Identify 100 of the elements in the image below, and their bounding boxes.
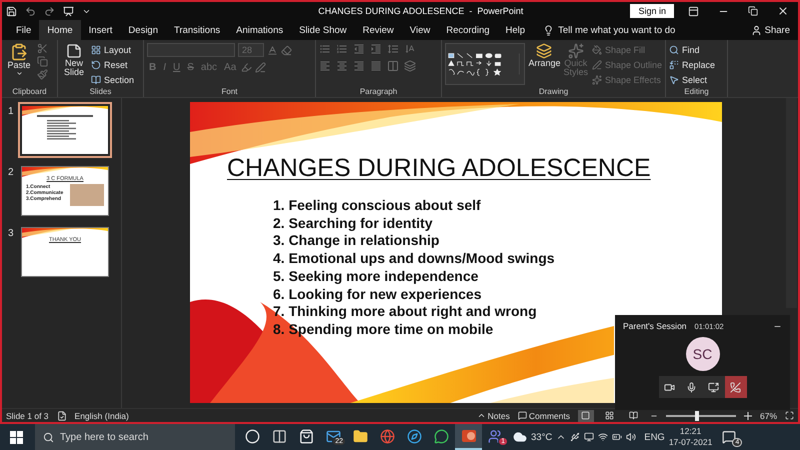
shopping-bag-icon[interactable] [299,428,314,444]
fit-slide-icon[interactable] [785,411,794,420]
notes-button[interactable]: Notes [476,410,510,420]
font-color-icon[interactable] [255,62,266,73]
smartart-icon[interactable] [404,60,416,72]
justify-icon[interactable] [370,60,382,72]
group-label: Editing [683,87,710,96]
sparkle-icon [568,43,584,59]
presentation-icon[interactable] [63,6,74,16]
volume-icon[interactable] [626,432,636,442]
clear-format-icon[interactable] [281,44,292,56]
align-right-icon[interactable] [353,60,365,72]
undo-icon[interactable] [25,6,36,16]
book-icon [629,411,638,420]
ribbon-tab[interactable]: Review [354,20,402,40]
share-screen-icon [708,382,719,392]
list-item: 6. Looking for new experiences [273,286,482,304]
presentation-app-icon[interactable] [460,428,476,444]
new-slide-button[interactable]: New Slide [61,43,87,78]
restore-icon[interactable] [748,6,758,16]
weather-temperature[interactable]: 33°C [531,432,552,442]
people-icon[interactable] [488,428,503,444]
spelling-check-icon[interactable] [56,410,67,420]
usb-icon[interactable] [570,432,580,442]
taskbar-search-field[interactable]: Type here to search [35,424,235,450]
list-item: 1. Feeling conscious about self [273,197,481,215]
ribbon-tab[interactable]: Design [120,20,166,40]
folder-icon[interactable] [353,428,368,444]
ribbon-tab[interactable]: Insert [80,20,120,40]
group-label: Drawing [538,87,570,96]
battery-icon[interactable] [612,432,622,442]
zoom-slider-thumb[interactable] [695,410,700,420]
avatar: SC [686,337,720,371]
ribbon-command[interactable]: Layout [91,43,134,56]
ribbon-tab[interactable]: View [402,20,438,40]
ribbon-command[interactable]: Replace [669,58,716,71]
ribbon-tab[interactable]: Animations [228,20,292,40]
vertical-scrollbar[interactable] [786,98,797,308]
line-spacing-icon[interactable] [387,43,399,55]
copy-icon[interactable] [37,56,48,67]
windows-start-icon[interactable] [10,430,23,444]
slide-counter: Slide 1 of 3 [6,410,49,420]
chat-bubble-icon[interactable] [434,428,449,444]
ribbon-display-icon[interactable] [688,6,698,16]
group-label: Clipboard [11,87,48,96]
comments-button[interactable]: Comments [518,410,570,420]
person-icon [750,24,762,36]
grow-font-icon[interactable] [267,44,278,56]
ribbon-tab[interactable]: Home [39,20,81,40]
search-icon [43,432,54,442]
cortana-circle-icon[interactable] [245,428,260,444]
font-name-field[interactable] [147,43,235,57]
tell-me-search[interactable]: Tell me what you want to do [558,24,676,36]
compass-icon[interactable] [407,428,422,444]
sign-in-button[interactable]: Sign in [630,4,674,18]
globe-icon[interactable] [380,428,395,444]
ribbon-tab[interactable]: Recording [438,20,498,40]
ribbon-tab[interactable]: File [8,20,40,40]
grid-icon [91,44,101,54]
increase-indent-icon[interactable] [370,43,382,55]
ribbon-command[interactable]: Select [669,73,716,86]
speech-bubble-icon [722,430,736,444]
view-button[interactable] [578,410,594,422]
monitor-icon[interactable] [584,432,594,442]
slide-thumbnail[interactable] [22,106,108,154]
zoom-percent[interactable]: 67% [760,410,777,420]
normal-view-icon [581,411,590,420]
share-button[interactable]: Share [742,20,798,40]
cut-icon[interactable] [37,43,48,54]
text-direction-icon[interactable] [404,43,416,55]
close-icon[interactable] [777,5,789,17]
highlighter-icon[interactable] [241,62,252,73]
align-left-icon[interactable] [319,60,331,72]
shapes-gallery-drawing[interactable] [445,43,526,85]
ribbon-command[interactable]: Reset [91,58,134,71]
wifi-icon[interactable] [598,432,608,442]
clock[interactable]: 12:21 17-07-2021 [668,426,712,448]
ribbon-tab[interactable]: Slide Show [291,20,355,40]
zoom-in-icon[interactable] [744,412,752,420]
language-label[interactable]: English (India) [74,410,129,420]
decrease-indent-icon[interactable] [353,43,365,55]
cloud-icon[interactable] [513,430,527,444]
task-view-icon[interactable] [272,428,287,444]
input-language[interactable]: ENG [644,432,665,442]
ribbon-tab[interactable]: Transitions [166,20,228,40]
mail-icon[interactable] [326,428,341,444]
ribbon-tab[interactable]: Help [498,20,534,40]
redo-icon[interactable] [44,6,55,16]
caret-icon [16,70,22,78]
numbering-icon[interactable] [336,43,348,55]
align-center-icon[interactable] [336,60,348,72]
format-painter-icon[interactable] [37,69,48,80]
columns-icon[interactable] [387,60,399,72]
ribbon-command[interactable]: Section [91,73,134,86]
hang-up-button[interactable] [724,376,746,398]
replace-icon [669,60,679,70]
paste-button[interactable]: Paste [5,43,33,78]
save-icon[interactable] [6,6,17,16]
ribbon-command[interactable]: Find [669,43,716,56]
arrange-button[interactable]: Arrange [529,43,560,68]
